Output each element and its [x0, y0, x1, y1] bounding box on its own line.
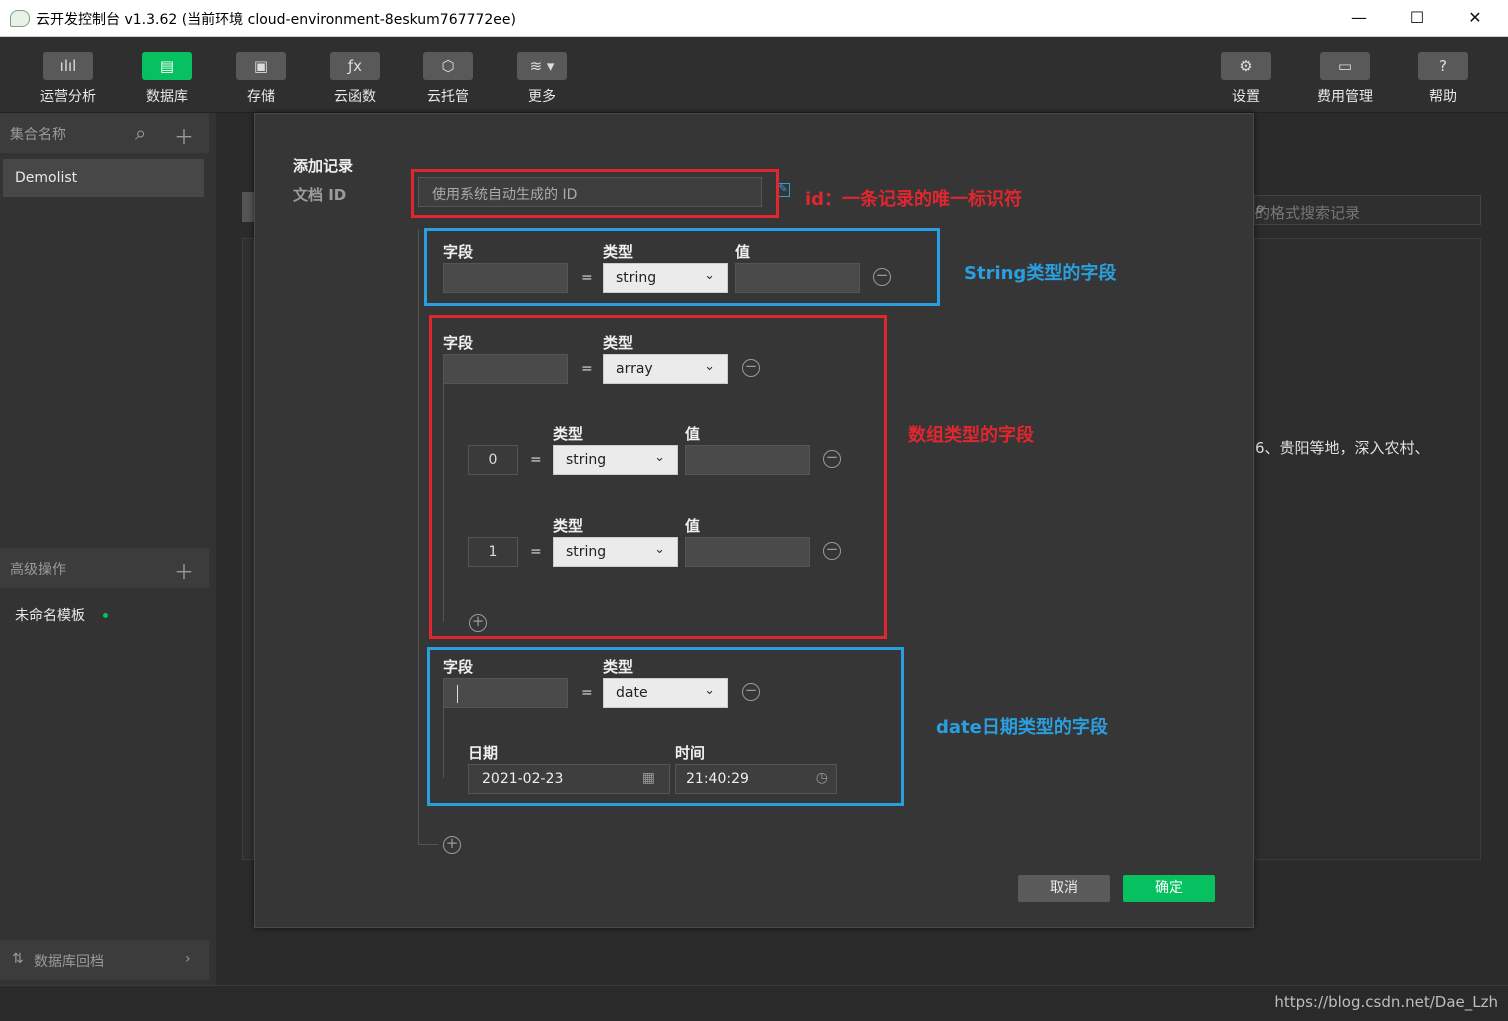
advanced-header-label: 高级操作 [10, 562, 66, 578]
toolbar-storage[interactable]: ▣ 存储 [221, 52, 301, 106]
add-collection-icon[interactable]: ＋ [174, 121, 194, 150]
storage-icon: ▣ [236, 52, 286, 80]
tree-branch [418, 844, 438, 845]
bg-list-panel [242, 238, 254, 860]
collection-item-label: Demolist [15, 170, 78, 186]
dialog-title: 添加记录 [293, 157, 354, 175]
sort-icon: ⇅ [12, 951, 24, 967]
record-content-panel: 6、贵阳等地，深入农村、 [1254, 238, 1481, 860]
toolbar-billing[interactable]: ▭ 费用管理 [1305, 52, 1385, 106]
annotation-box-date [427, 647, 904, 806]
bar-chart-icon: ılıl [43, 52, 93, 80]
annotation-box-array [429, 315, 887, 639]
toolbar-hosting-label: 云托管 [427, 89, 469, 105]
app-icon [10, 10, 30, 27]
collection-item-demolist[interactable]: Demolist [3, 159, 204, 197]
window-title: 云开发控制台 v1.3.62 (当前环境 cloud-environment-8… [36, 12, 516, 28]
confirm-button[interactable]: 确定 [1123, 875, 1215, 902]
record-content-text: 6、贵阳等地，深入农村、 [1255, 439, 1430, 457]
collections-header-label: 集合名称 [10, 127, 66, 143]
status-bar: https://blog.csdn.net/Dae_Lzh [0, 985, 1508, 1021]
watermark: https://blog.csdn.net/Dae_Lzh [1274, 993, 1498, 1011]
tree-line [418, 229, 419, 844]
toolbar-hosting[interactable]: ⬡ 云托管 [408, 52, 488, 106]
gear-icon: ⚙ [1221, 52, 1271, 80]
help-icon: ? [1418, 52, 1468, 80]
annotation-date: date日期类型的字段 [936, 717, 1108, 738]
collections-header: 集合名称 ⌕ ＋ [0, 113, 209, 153]
search-icon[interactable]: ⌕ [1255, 198, 1470, 219]
cube-icon: ⬡ [423, 52, 473, 80]
toolbar-functions[interactable]: ƒx 云函数 [315, 52, 395, 106]
add-template-icon[interactable]: ＋ [174, 556, 194, 585]
title-bar: 云开发控制台 v1.3.62 (当前环境 cloud-environment-8… [0, 0, 1508, 37]
annotation-string: String类型的字段 [964, 263, 1117, 284]
toolbar-analytics[interactable]: ılıl 运营分析 [28, 52, 108, 106]
chevron-right-icon: › [185, 951, 191, 967]
toolbar-billing-label: 费用管理 [1317, 89, 1373, 105]
search-icon[interactable]: ⌕ [135, 121, 146, 145]
maximize-button[interactable]: ☐ [1394, 5, 1440, 31]
annotation-box-id [411, 169, 779, 218]
toolbar-more-label: 更多 [528, 89, 556, 105]
doc-id-label: 文档 ID [293, 186, 347, 204]
sidebar: 集合名称 ⌕ ＋ Demolist 高级操作 ＋ 未命名模板 ⇅ 数据库回档 › [0, 113, 216, 985]
toolbar-settings-label: 设置 [1232, 89, 1260, 105]
toolbar-help[interactable]: ? 帮助 [1403, 52, 1483, 106]
billing-icon: ▭ [1320, 52, 1370, 80]
close-button[interactable]: ✕ [1452, 5, 1498, 31]
toolbar-database[interactable]: ▤ 数据库 [127, 52, 207, 106]
toolbar-database-label: 数据库 [146, 89, 188, 105]
rollback-item[interactable]: ⇅ 数据库回档 › [0, 940, 209, 980]
rollback-label: 数据库回档 [34, 954, 104, 970]
advanced-header: 高级操作 ＋ [0, 548, 209, 588]
toolbar-more[interactable]: ≋ ▾ 更多 [502, 52, 582, 106]
toolbar-analytics-label: 运营分析 [40, 89, 96, 105]
function-icon: ƒx [330, 52, 380, 80]
layers-icon: ≋ ▾ [517, 52, 567, 80]
minimize-button[interactable]: — [1336, 5, 1382, 31]
template-item[interactable]: 未命名模板 [15, 605, 85, 625]
main-toolbar: ılıl 运营分析 ▤ 数据库 ▣ 存储 ƒx 云函数 ⬡ 云托管 ≋ ▾ 更多… [0, 37, 1508, 113]
status-dot [103, 613, 108, 618]
add-field-icon[interactable]: + [443, 836, 461, 854]
toolbar-settings[interactable]: ⚙ 设置 [1206, 52, 1286, 106]
toolbar-storage-label: 存储 [247, 89, 275, 105]
toolbar-help-label: 帮助 [1429, 89, 1457, 105]
toolbar-functions-label: 云函数 [334, 89, 376, 105]
annotation-array: 数组类型的字段 [908, 425, 1034, 446]
record-search-input[interactable]: 的格式搜索记录 ⌕ [1254, 195, 1481, 225]
bg-tab [242, 192, 254, 222]
cancel-button[interactable]: 取消 [1018, 875, 1110, 902]
database-icon: ▤ [142, 52, 192, 80]
annotation-id: id：一条记录的唯一标识符 [805, 189, 1023, 210]
annotation-box-string [424, 228, 940, 306]
